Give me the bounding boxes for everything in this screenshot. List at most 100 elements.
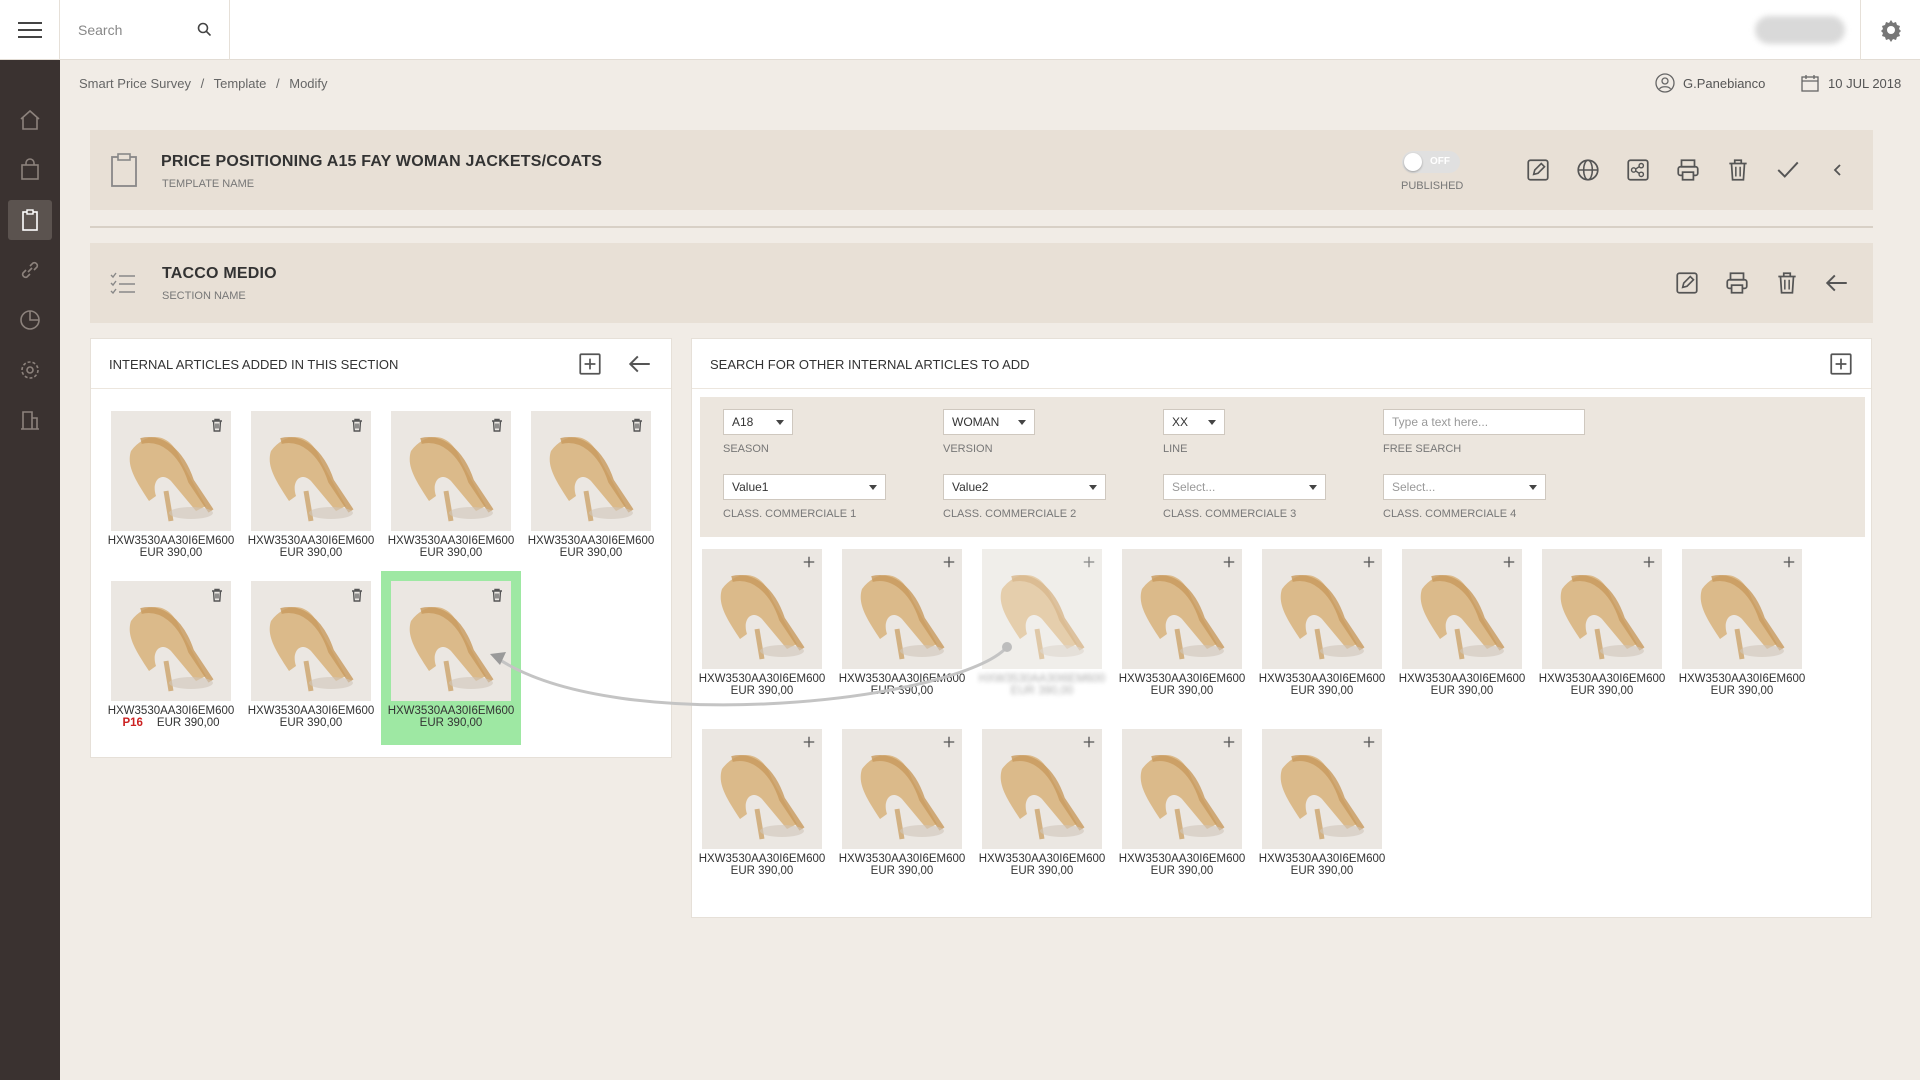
article-price-value: EUR 390,00 (156, 717, 220, 729)
search-result-article[interactable]: HXW3530AA30I6EM600 EUR 390,00 (1252, 729, 1392, 877)
edit-section-button[interactable] (1672, 268, 1702, 298)
search-result-article[interactable]: HXW3530AA30I6EM600 EUR 390,00 (1112, 549, 1252, 697)
line-select[interactable]: XX (1163, 409, 1225, 435)
plus-icon[interactable] (1782, 555, 1796, 569)
plus-icon[interactable] (1222, 735, 1236, 749)
search-result-article[interactable]: HXW3530AA30I6EM600 EUR 390,00 (692, 549, 832, 697)
version-select[interactable]: WOMAN (943, 409, 1035, 435)
search-result-article[interactable]: HXW3530AA30I6EM600 EUR 390,00 (972, 729, 1112, 877)
globe-button[interactable] (1573, 155, 1603, 185)
section-title: TACCO MEDIO (162, 265, 277, 282)
trash-icon (1725, 157, 1751, 183)
select-value: A18 (732, 415, 754, 429)
add-article-button[interactable] (575, 349, 605, 379)
article-price: P16 EUR 390,00 (101, 717, 241, 729)
home-icon (20, 109, 40, 130)
sidebar-item-settings[interactable] (8, 350, 52, 390)
free-search-label: FREE SEARCH (1383, 443, 1462, 455)
article-price: EUR 390,00 (1430, 685, 1494, 697)
free-search-input[interactable]: Type a text here... (1383, 409, 1585, 435)
breadcrumb-item[interactable]: Smart Price Survey (79, 76, 191, 91)
plus-icon[interactable] (1082, 555, 1096, 569)
hamburger-menu-button[interactable] (0, 0, 60, 60)
article-card[interactable]: HXW3530AA30I6EM600 EUR 390,00 (381, 411, 521, 559)
print-section-button[interactable] (1722, 268, 1752, 298)
class1-select[interactable]: Value1 (723, 474, 886, 500)
sidebar-item-templates[interactable] (8, 200, 52, 240)
article-card[interactable]: HXW3530AA30I6EM600 EUR 390,00 (101, 411, 241, 559)
plus-icon[interactable] (802, 555, 816, 569)
sidebar-item-reports[interactable] (8, 300, 52, 340)
article-card[interactable]: HXW3530AA30I6EM600 EUR 390,00 (521, 411, 661, 559)
class4-select[interactable]: Select... (1383, 474, 1546, 500)
article-code: HXW3530AA30I6EM600 (387, 705, 515, 717)
panel-back-button[interactable] (625, 349, 655, 379)
search-result-article[interactable]: HXW3530AA30I6EM600 EUR 390,00 (1112, 729, 1252, 877)
article-card-dropped[interactable]: HXW3530AA30I6EM600 EUR 390,00 (381, 571, 521, 745)
clipboard-icon (111, 153, 137, 187)
season-label: SEASON (723, 443, 769, 455)
plus-icon[interactable] (1362, 555, 1376, 569)
trash-icon[interactable] (489, 587, 505, 603)
plus-icon[interactable] (1642, 555, 1656, 569)
article-code: HXW3530AA30I6EM600 (247, 705, 375, 717)
edit-template-button[interactable] (1523, 155, 1553, 185)
settings-button[interactable] (1860, 0, 1920, 60)
plus-icon[interactable] (802, 735, 816, 749)
search-result-article[interactable]: HXW3530AA30I6EM600 EUR 390,00 (1252, 549, 1392, 697)
add-search-article-button[interactable] (1826, 349, 1856, 379)
article-code: HXW3530AA30I6EM600 (698, 853, 826, 865)
print-template-button[interactable] (1673, 155, 1703, 185)
plus-icon[interactable] (1082, 735, 1096, 749)
trash-icon[interactable] (629, 417, 645, 433)
trash-icon[interactable] (349, 587, 365, 603)
checklist-icon (110, 272, 135, 294)
class3-select[interactable]: Select... (1163, 474, 1326, 500)
delete-section-button[interactable] (1772, 268, 1802, 298)
trash-icon[interactable] (209, 587, 225, 603)
share-button[interactable] (1623, 155, 1653, 185)
global-search-input[interactable]: Search (60, 0, 230, 60)
article-image (982, 549, 1102, 669)
class2-select[interactable]: Value2 (943, 474, 1106, 500)
confirm-button[interactable] (1773, 155, 1803, 185)
search-result-article[interactable]: HXW3530AA30I6EM600 EUR 390,00 (832, 729, 972, 877)
chevron-left-icon (1833, 164, 1841, 176)
plus-icon[interactable] (942, 735, 956, 749)
search-result-article[interactable]: HXW3530AA30I6EM600 EUR 390,00 (1532, 549, 1672, 697)
search-result-article-dragging[interactable]: HXW3530AA30I6EM600 EUR 390,00 (972, 549, 1112, 697)
published-toggle[interactable]: OFF (1402, 151, 1460, 173)
plus-icon[interactable] (1502, 555, 1516, 569)
plus-icon[interactable] (1222, 555, 1236, 569)
search-icon[interactable] (197, 22, 211, 36)
search-result-article[interactable]: HXW3530AA30I6EM600 EUR 390,00 (692, 729, 832, 877)
trash-icon[interactable] (209, 417, 225, 433)
section-header: TACCO MEDIO SECTION NAME (90, 243, 1873, 323)
divider (90, 226, 1873, 228)
collapse-button[interactable] (1823, 155, 1853, 185)
plus-icon[interactable] (1362, 735, 1376, 749)
delete-template-button[interactable] (1723, 155, 1753, 185)
article-card[interactable]: HXW3530AA30I6EM600 EUR 390,00 (241, 581, 381, 729)
sidebar-item-links[interactable] (8, 250, 52, 290)
trash-icon[interactable] (489, 417, 505, 433)
season-select[interactable]: A18 (723, 409, 793, 435)
sidebar-item-home[interactable] (8, 100, 52, 140)
trash-icon[interactable] (349, 417, 365, 433)
article-card[interactable]: HXW3530AA30I6EM600 EUR 390,00 (241, 411, 381, 559)
cog-icon (21, 361, 39, 379)
search-result-article[interactable]: HXW3530AA30I6EM600 EUR 390,00 (1672, 549, 1812, 697)
article-code: HXW3530AA30I6EM600 (978, 853, 1106, 865)
plus-icon[interactable] (942, 555, 956, 569)
user-account-pill[interactable] (1755, 16, 1845, 44)
article-price: EUR 390,00 (1710, 685, 1774, 697)
class1-label: CLASS. COMMERCIALE 1 (723, 508, 857, 520)
sidebar-item-buildings[interactable] (8, 400, 52, 440)
article-card[interactable]: HXW3530AA30I6EM600 P16 EUR 390,00 (101, 581, 241, 729)
back-button[interactable] (1822, 268, 1852, 298)
article-price: EUR 390,00 (870, 685, 934, 697)
sidebar-item-shop[interactable] (8, 150, 52, 190)
search-result-article[interactable]: HXW3530AA30I6EM600 EUR 390,00 (832, 549, 972, 697)
breadcrumb-item[interactable]: Template (214, 76, 267, 91)
search-result-article[interactable]: HXW3530AA30I6EM600 EUR 390,00 (1392, 549, 1532, 697)
